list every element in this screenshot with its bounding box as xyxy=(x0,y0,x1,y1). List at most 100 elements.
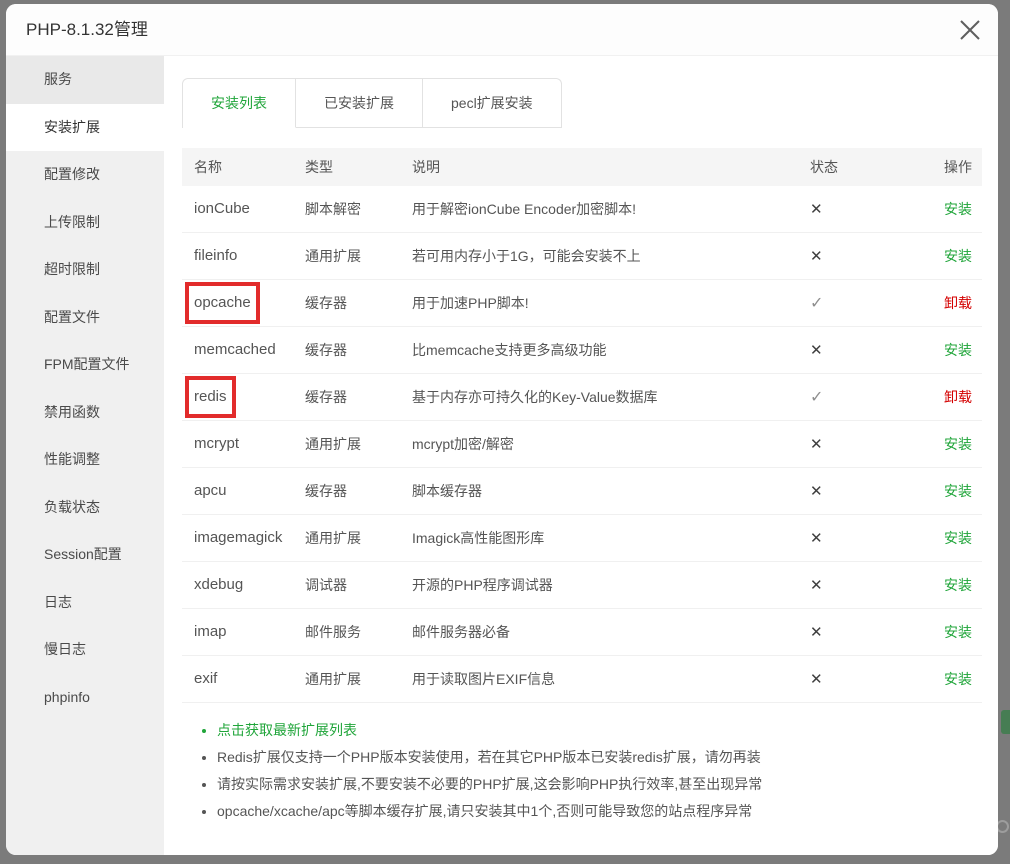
table-body: ionCube脚本解密用于解密ionCube Encoder加密脚本!✕安装fi… xyxy=(182,186,982,703)
action-cell: 安装 xyxy=(917,622,982,642)
column-header-name: 名称 xyxy=(182,157,290,177)
dialog-header: PHP-8.1.32管理 xyxy=(6,4,998,56)
install-link[interactable]: 安装 xyxy=(944,671,972,687)
note-item: opcache/xcache/apc等脚本缓存扩展,请只安装其中1个,否则可能导… xyxy=(217,798,998,825)
extension-name: mcrypt xyxy=(194,435,239,452)
install-link[interactable]: 安装 xyxy=(944,483,972,499)
extension-name: imap xyxy=(194,623,227,640)
name-cell: imap xyxy=(182,614,290,650)
extension-name: xdebug xyxy=(194,576,243,593)
name-cell: xdebug xyxy=(182,567,290,603)
status-cell: ✕ xyxy=(782,529,917,547)
extensions-table: 名称类型说明状态操作 ionCube脚本解密用于解密ionCube Encode… xyxy=(182,148,982,703)
uninstall-link[interactable]: 卸载 xyxy=(944,389,972,405)
install-link[interactable]: 安装 xyxy=(944,342,972,358)
action-cell: 安装 xyxy=(917,246,982,266)
install-link[interactable]: 安装 xyxy=(944,577,972,593)
installed-check-icon: ✓ xyxy=(810,295,823,312)
type-cell: 脚本解密 xyxy=(290,199,400,219)
type-cell: 通用扩展 xyxy=(290,434,400,454)
sidebar-item-install-ext[interactable]: 安装扩展 xyxy=(6,104,164,152)
status-cell: ✕ xyxy=(782,435,917,453)
description-cell: 用于加速PHP脚本! xyxy=(400,293,782,313)
extension-name: ionCube xyxy=(194,200,250,217)
sidebar-item-slow-log[interactable]: 慢日志 xyxy=(6,626,164,674)
table-row-opcache: opcache 缓存器用于加速PHP脚本! ✓ 卸载 xyxy=(182,280,982,327)
sidebar-item-performance-tuning[interactable]: 性能调整 xyxy=(6,436,164,484)
sidebar-item-upload-limit[interactable]: 上传限制 xyxy=(6,199,164,247)
table-row-exif: exif通用扩展用于读取图片EXIF信息✕安装 xyxy=(182,656,982,703)
type-cell: 通用扩展 xyxy=(290,528,400,548)
table-row-fileinfo: fileinfo通用扩展若可用内存小于1G，可能会安装不上✕安装 xyxy=(182,233,982,280)
sidebar-item-log[interactable]: 日志 xyxy=(6,579,164,627)
install-link[interactable]: 安装 xyxy=(944,624,972,640)
name-cell: imagemagick xyxy=(182,520,290,556)
column-header-description: 说明 xyxy=(400,157,782,177)
php-manager-dialog: PHP-8.1.32管理 服务安装扩展配置修改上传限制超时限制配置文件FPM配置… xyxy=(6,4,998,855)
name-cell: fileinfo xyxy=(182,238,290,274)
annotation-box xyxy=(185,282,260,324)
install-link[interactable]: 安装 xyxy=(944,436,972,452)
table-row-memcached: memcached缓存器比memcache支持更多高级功能✕安装 xyxy=(182,327,982,374)
close-button[interactable] xyxy=(957,17,983,43)
sidebar-item-load-status[interactable]: 负载状态 xyxy=(6,484,164,532)
table-row-imap: imap邮件服务邮件服务器必备✕安装 xyxy=(182,609,982,656)
table-row-apcu: apcu缓存器脚本缓存器✕安装 xyxy=(182,468,982,515)
sidebar-item-timeout-limit[interactable]: 超时限制 xyxy=(6,246,164,294)
note-item: Redis扩展仅支持一个PHP版本安装使用，若在其它PHP版本已安装redis扩… xyxy=(217,744,998,771)
extension-name: apcu xyxy=(194,482,227,499)
not-installed-x-icon: ✕ xyxy=(810,530,823,547)
not-installed-x-icon: ✕ xyxy=(810,624,823,641)
type-cell: 缓存器 xyxy=(290,340,400,360)
tab-bar: 安装列表已安装扩展pecl扩展安装 xyxy=(182,78,562,128)
action-cell: 安装 xyxy=(917,481,982,501)
note-item: 请按实际需求安装扩展,不要安装不必要的PHP扩展,这会影响PHP执行效率,甚至出… xyxy=(217,771,998,798)
table-row-ionCube: ionCube脚本解密用于解密ionCube Encoder加密脚本!✕安装 xyxy=(182,186,982,233)
sidebar-item-disabled-functions[interactable]: 禁用函数 xyxy=(6,389,164,437)
not-installed-x-icon: ✕ xyxy=(810,671,823,688)
close-icon xyxy=(957,17,983,43)
install-link[interactable]: 安装 xyxy=(944,201,972,217)
status-cell: ✕ xyxy=(782,670,917,688)
type-cell: 邮件服务 xyxy=(290,622,400,642)
type-cell: 缓存器 xyxy=(290,481,400,501)
status-cell: ✓ xyxy=(782,293,917,313)
sidebar-item-phpinfo[interactable]: phpinfo xyxy=(6,674,164,722)
name-cell: apcu xyxy=(182,473,290,509)
action-cell: 安装 xyxy=(917,575,982,595)
refresh-extensions-link[interactable]: 点击获取最新扩展列表 xyxy=(217,717,998,744)
name-cell: mcrypt xyxy=(182,426,290,462)
action-cell: 卸载 xyxy=(917,387,982,407)
dialog-title: PHP-8.1.32管理 xyxy=(26,4,148,55)
table-row-redis: redis缓存器基于内存亦可持久化的Key-Value数据库✓卸载 xyxy=(182,374,982,421)
sidebar-item-config-modify[interactable]: 配置修改 xyxy=(6,151,164,199)
not-installed-x-icon: ✕ xyxy=(810,201,823,218)
type-cell: 缓存器 xyxy=(290,293,400,313)
extension-name: exif xyxy=(194,670,217,687)
action-cell: 安装 xyxy=(917,669,982,689)
extension-name: fileinfo xyxy=(194,247,237,264)
description-cell: Imagick高性能图形库 xyxy=(400,528,782,548)
table-row-xdebug: xdebug调试器开源的PHP程序调试器✕安装 xyxy=(182,562,982,609)
notes-list: 点击获取最新扩展列表Redis扩展仅支持一个PHP版本安装使用，若在其它PHP版… xyxy=(164,717,998,825)
install-link[interactable]: 安装 xyxy=(944,530,972,546)
type-cell: 通用扩展 xyxy=(290,669,400,689)
column-header-operation: 操作 xyxy=(917,157,982,177)
description-cell: 开源的PHP程序调试器 xyxy=(400,575,782,595)
not-installed-x-icon: ✕ xyxy=(810,248,823,265)
not-installed-x-icon: ✕ xyxy=(810,577,823,594)
extension-name: opcache xyxy=(194,290,251,316)
extension-name: imagemagick xyxy=(194,529,282,546)
sidebar-item-service[interactable]: 服务 xyxy=(6,56,164,104)
tab-installed-ext[interactable]: 已安装扩展 xyxy=(296,79,423,128)
tab-install-list[interactable]: 安装列表 xyxy=(183,79,296,128)
sidebar-item-fpm-config-file[interactable]: FPM配置文件 xyxy=(6,341,164,389)
sidebar-item-session-config[interactable]: Session配置 xyxy=(6,531,164,579)
tab-pecl-install[interactable]: pecl扩展安装 xyxy=(423,79,561,128)
table-row-mcrypt: mcrypt通用扩展mcrypt加密/解密✕安装 xyxy=(182,421,982,468)
sidebar-item-config-file[interactable]: 配置文件 xyxy=(6,294,164,342)
uninstall-link[interactable]: 卸载 xyxy=(944,295,972,311)
name-cell: ionCube xyxy=(182,191,290,227)
not-installed-x-icon: ✕ xyxy=(810,342,823,359)
install-link[interactable]: 安装 xyxy=(944,248,972,264)
